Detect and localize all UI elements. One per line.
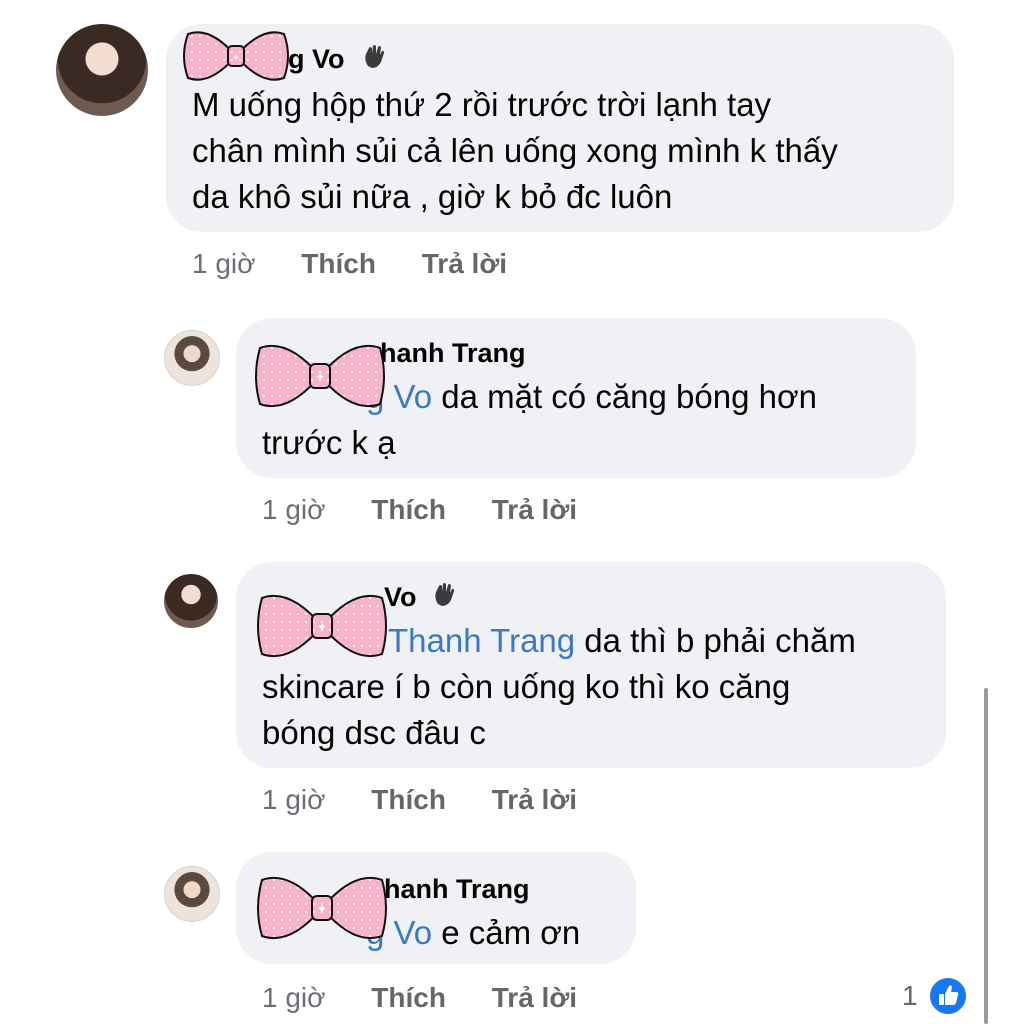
comment-author[interactable]: hanh Trang	[384, 874, 530, 905]
comment-meta: 1 giờ Thích Trả lời	[262, 784, 577, 816]
bow-sticker: ✦	[255, 344, 385, 408]
comment-time[interactable]: 1 giờ	[192, 248, 256, 279]
avatar[interactable]	[56, 24, 148, 116]
svg-text:✦: ✦	[317, 902, 327, 916]
avatar[interactable]	[164, 330, 220, 386]
comment-time[interactable]: 1 giờ	[262, 982, 326, 1013]
comment-text: M uống hộp thứ 2 rồi trước trời lạnh tay…	[192, 86, 838, 215]
comment-time[interactable]: 1 giờ	[262, 494, 326, 525]
like-button[interactable]: Thích	[371, 784, 446, 815]
bow-sticker: ✦	[257, 876, 387, 940]
svg-text:✦: ✦	[232, 53, 240, 64]
comment-author[interactable]: g Vo	[288, 44, 345, 75]
comment-time[interactable]: 1 giờ	[262, 784, 326, 815]
scrollbar[interactable]	[984, 688, 988, 1024]
comment-meta: 1 giờ Thích Trả lời	[192, 248, 507, 280]
comment-author[interactable]: hanh Trang	[380, 338, 526, 369]
reply-button[interactable]: Trả lời	[422, 248, 507, 279]
bow-sticker: ✦	[183, 31, 289, 81]
like-button[interactable]: Thích	[371, 982, 446, 1013]
wave-badge-icon	[435, 583, 454, 606]
reply-button[interactable]: Trả lời	[492, 982, 577, 1013]
avatar[interactable]	[164, 574, 218, 628]
reply-button[interactable]: Trả lời	[492, 494, 577, 525]
like-reaction-icon[interactable]	[928, 976, 968, 1016]
reply-button[interactable]: Trả lời	[492, 784, 577, 815]
like-button[interactable]: Thích	[301, 248, 376, 279]
like-button[interactable]: Thích	[371, 494, 446, 525]
comment-meta: 1 giờ Thích Trả lời	[262, 982, 577, 1014]
svg-text:✦: ✦	[315, 370, 325, 384]
bow-sticker: ✦	[257, 594, 387, 658]
svg-text:✦: ✦	[317, 620, 327, 634]
wave-badge-icon	[365, 45, 384, 68]
avatar[interactable]	[164, 866, 220, 922]
comment-meta: 1 giờ Thích Trả lời	[262, 494, 577, 526]
reaction-count[interactable]: 1	[902, 980, 918, 1012]
